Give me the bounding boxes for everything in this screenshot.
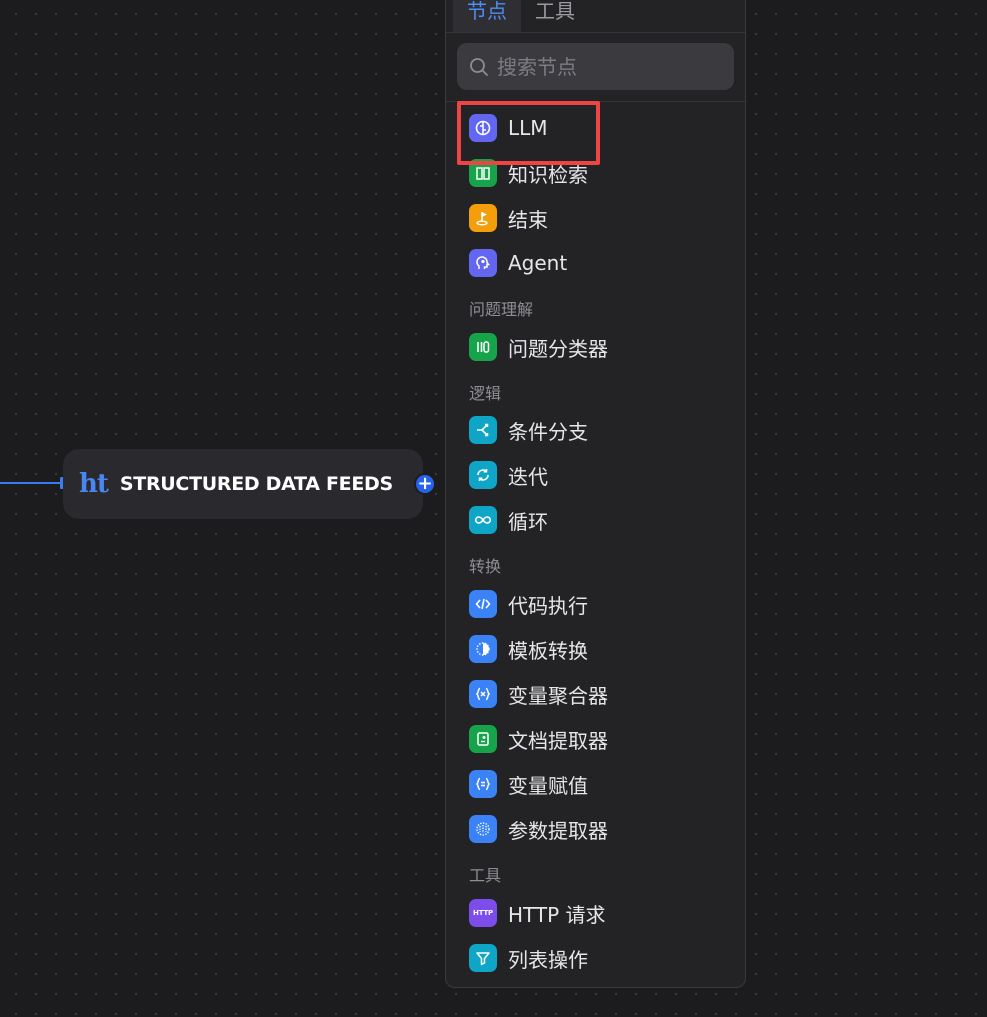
node-item-question-classifier[interactable]: 问题分类器 [469, 332, 608, 362]
node-item-variable-assigner[interactable]: 变量赋值 [469, 769, 588, 799]
section-transform: 转换 [469, 557, 502, 576]
node-item-label: 列表操作 [508, 947, 588, 972]
node-item-llm[interactable]: LLM [469, 113, 548, 143]
node-item-label: 知识检索 [508, 162, 588, 187]
node-item-end[interactable]: 结束 [469, 203, 548, 233]
node-item-list-operator[interactable]: 列表操作 [469, 943, 588, 973]
variable-aggregator-icon [469, 680, 497, 708]
node-item-label: 循环 [508, 509, 548, 534]
node-item-parameter-extractor[interactable]: 参数提取器 [469, 814, 608, 844]
template-icon [469, 635, 497, 663]
add-node-button[interactable]: + [414, 473, 436, 495]
node-item-agent[interactable]: Agent [469, 248, 567, 278]
infinity-icon [469, 506, 497, 534]
http-icon: HTTP [469, 899, 497, 927]
search-box[interactable] [457, 43, 734, 90]
tab-nodes[interactable]: 节点 [453, 0, 521, 32]
section-tools: 工具 [469, 866, 502, 885]
node-item-label: 模板转换 [508, 638, 588, 663]
node-title: STRUCTURED DATA FEEDS [119, 473, 393, 495]
node-item-label: Agent [508, 251, 568, 275]
iteration-icon [469, 461, 497, 489]
node-item-label: 文档提取器 [508, 728, 608, 753]
panel-tabs: 节点 工具 [446, 0, 745, 33]
node-logo: ht [79, 469, 109, 499]
http-icon-text: HTTP [473, 909, 493, 917]
node-selector-panel: 节点 工具 LLM 知识检索 结束 [445, 0, 746, 988]
search-input[interactable] [497, 54, 717, 79]
code-icon [469, 590, 497, 618]
node-item-http-request[interactable]: HTTP HTTP 请求 [469, 898, 606, 928]
flag-icon [469, 204, 497, 232]
node-item-label: 问题分类器 [508, 336, 608, 361]
connection-edge [0, 482, 64, 484]
node-item-code[interactable]: 代码执行 [469, 589, 588, 619]
workflow-node[interactable]: ht STRUCTURED DATA FEEDS [63, 449, 423, 519]
filter-icon [469, 944, 497, 972]
tab-tools[interactable]: 工具 [521, 0, 589, 32]
branch-icon [469, 416, 497, 444]
node-item-loop[interactable]: 循环 [469, 505, 548, 535]
node-item-label: 代码执行 [508, 593, 588, 618]
classifier-icon [469, 333, 497, 361]
node-item-label: 条件分支 [508, 419, 588, 444]
node-item-if-else[interactable]: 条件分支 [469, 415, 588, 445]
node-item-document-extractor[interactable]: 文档提取器 [469, 724, 608, 754]
parameter-icon [469, 815, 497, 843]
section-question-understanding: 问题理解 [469, 300, 534, 319]
section-logic: 逻辑 [469, 384, 502, 403]
agent-head-icon [469, 249, 497, 277]
node-item-variable-aggregator[interactable]: 变量聚合器 [469, 679, 608, 709]
assign-icon [469, 770, 497, 798]
book-icon [469, 159, 497, 187]
search-icon [470, 57, 488, 76]
node-item-label: LLM [508, 116, 548, 140]
document-icon [469, 725, 497, 753]
node-item-label: 迭代 [508, 464, 548, 489]
node-item-label: 变量聚合器 [508, 683, 608, 708]
node-item-label: 参数提取器 [508, 818, 608, 843]
node-item-label: 变量赋值 [508, 773, 588, 798]
node-item-template-transform[interactable]: 模板转换 [469, 634, 588, 664]
node-item-label: HTTP 请求 [508, 902, 606, 927]
node-item-iteration[interactable]: 迭代 [469, 460, 548, 490]
brain-icon [469, 114, 497, 142]
panel-divider [446, 101, 745, 102]
node-item-knowledge-retrieval[interactable]: 知识检索 [469, 158, 588, 188]
node-item-label: 结束 [508, 207, 548, 232]
